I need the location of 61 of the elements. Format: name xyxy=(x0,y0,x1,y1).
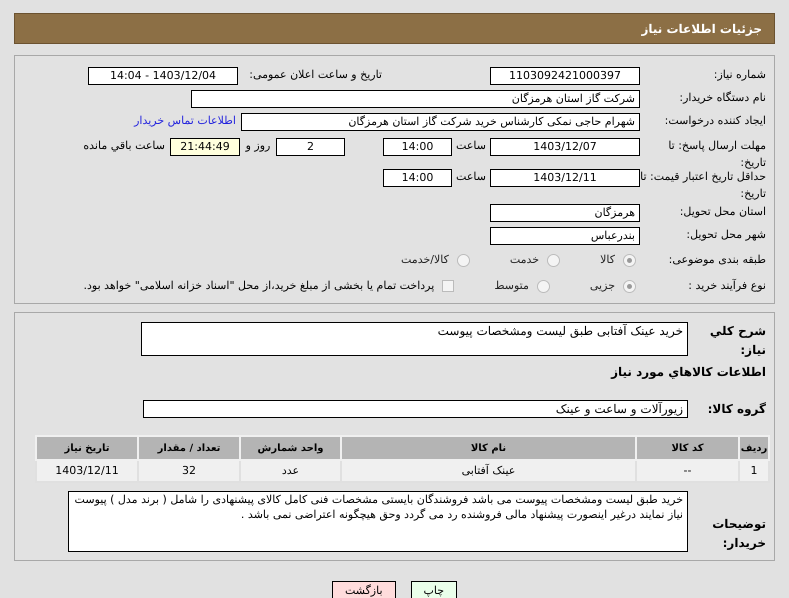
table-cell: -- xyxy=(636,460,739,482)
field-label: طبقه بندی موضوعی: xyxy=(668,252,766,266)
goods-group-field[interactable]: زیورآلات و ساعت و عینک xyxy=(143,400,688,418)
text-field[interactable]: شهرام حاجی نمکی کارشناس خرید شرکت گاز استان هرمزگان xyxy=(241,112,640,130)
time-label: ساعت xyxy=(455,138,487,154)
radio-label: خدمت xyxy=(510,252,540,268)
days-label: روز و xyxy=(244,138,272,154)
field-label: شرح کلي نياز: xyxy=(710,324,766,356)
field-label: نوع فرآیند خرید : xyxy=(688,278,766,292)
field-label: شهر محل تحویل: xyxy=(686,228,766,242)
field-label: مهلت ارسال پاسخ: تا تاریخ: xyxy=(668,139,766,168)
text-field[interactable]: شرکت گاز استان هرمزگان xyxy=(191,90,640,108)
radio-button[interactable] xyxy=(456,254,470,266)
text-field[interactable]: 2 xyxy=(276,138,345,156)
checkbox-label: پرداخت تمام یا بخشی از مبلغ خرید،از محل "اسناد خزانه اسلامی" خواهد بود. xyxy=(84,278,434,294)
radio-button[interactable] xyxy=(547,254,560,266)
radio-button[interactable] xyxy=(623,280,636,292)
buyer-notes-textarea[interactable]: خرید طبق لیست ومشخصات پیوست می باشد فروشندگان بایستی مشخصات فنی کامل کالای پیشنهادی را شامل ( برند مدل ) پیوست نیاز نمایند درغیر اینصورت پیشنهاد مالی فروشنده رد می گردد وحق هیچگونه اعتراضی نمی باشد . xyxy=(68,491,688,552)
column-header: واحد شمارش xyxy=(240,436,341,460)
table-cell: 1 xyxy=(739,460,769,482)
column-header: تاریخ نیاز xyxy=(36,436,138,460)
field-label: استان محل تحویل: xyxy=(680,205,766,218)
text-field[interactable]: 1403/12/07 xyxy=(490,138,640,156)
radio-button[interactable] xyxy=(536,280,550,292)
field-label: گروه کالا: xyxy=(708,402,766,416)
field-label: ایجاد کننده درخواست: xyxy=(664,114,766,128)
field-label: توضیحات خریدار: xyxy=(712,517,766,550)
table-cell: عدد xyxy=(240,460,341,482)
contact-link[interactable]: اطلاعات تماس خریدار xyxy=(134,113,236,130)
column-header: نام کالا xyxy=(341,436,636,460)
table-cell: 32 xyxy=(138,460,240,482)
back-button[interactable]: بازگشت xyxy=(332,581,396,598)
text-field[interactable]: هرمزگان xyxy=(490,204,640,222)
column-header: تعداد / مقدار xyxy=(138,436,240,460)
field-label: نام دستگاه خریدار: xyxy=(679,91,766,104)
column-header: کد کالا xyxy=(636,436,739,460)
text-field[interactable]: 1403/12/04 - 14:04 xyxy=(88,66,238,84)
time-label: ساعت xyxy=(455,169,487,185)
radio-button[interactable] xyxy=(623,254,636,266)
table-cell: عینک آفتابی xyxy=(341,460,636,482)
section-heading: اطلاعات كالاهاي مورد نياز xyxy=(611,365,766,379)
text-field[interactable]: 1103092421000397 xyxy=(490,66,640,84)
text-field[interactable]: 14:00 xyxy=(383,138,452,156)
page-title: جزئیات اطلاعات نیاز xyxy=(641,20,762,38)
column-header: ردیف xyxy=(739,436,769,460)
radio-label: جزیی xyxy=(590,278,615,294)
text-field[interactable]: 21:44:49 xyxy=(170,138,240,156)
description-textarea[interactable]: خرید عینک آفتابی طبق لیست ومشخصات پیوست xyxy=(141,322,688,356)
field-label: تاریخ و ساعت اعلان عمومی: xyxy=(249,68,382,82)
radio-label: کالا xyxy=(600,252,615,268)
remaining-label: ساعت باقي مانده xyxy=(83,138,165,154)
field-label: شماره نیاز: xyxy=(714,68,766,82)
field-label: حداقل تاریخ اعتبار قیمت: تا تاریخ: xyxy=(640,170,766,200)
text-field[interactable]: بندرعباس xyxy=(490,226,640,244)
text-field[interactable]: 14:00 xyxy=(383,169,452,187)
radio-label: کالا/خدمت xyxy=(401,252,449,268)
table-cell: 1403/12/11 xyxy=(36,460,138,482)
text-field[interactable]: 1403/12/11 xyxy=(490,169,640,187)
radio-label: متوسط xyxy=(494,278,529,294)
print-button[interactable]: چاپ xyxy=(410,581,458,598)
checkbox[interactable] xyxy=(442,280,454,292)
